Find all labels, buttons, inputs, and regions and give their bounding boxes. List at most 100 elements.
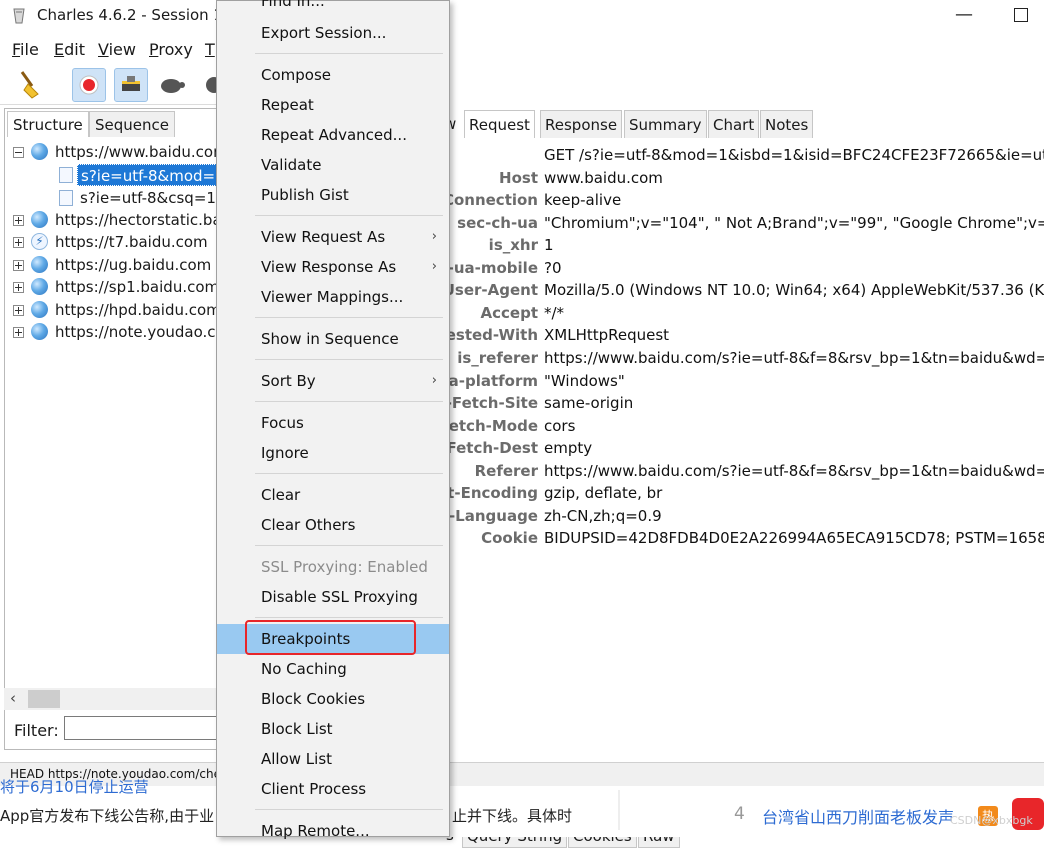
turtle-icon[interactable] [156,68,188,100]
tab-summary[interactable]: Summary [624,110,707,138]
request-header-row[interactable]: -Fetch-Dest empty [440,437,1044,459]
menu-item-client-process[interactable]: Client Process [217,774,449,804]
menu-item-no-caching[interactable]: No Caching [217,654,449,684]
menu-proxy[interactable]: Proxy [149,40,193,59]
menu-edit[interactable]: Edit [54,40,85,59]
background-news-line: 止并下线。具体时 [452,807,573,825]
request-header-row[interactable]: c-Fetch-Site same-origin [437,392,1044,414]
menu-item-label: View Response As [261,258,397,276]
menu-item-export-session[interactable]: Export Session... [217,18,449,48]
header-name: Referer [474,461,538,480]
menu-item-allow-list[interactable]: Allow List [217,744,449,774]
background-browser-page: 将于6月10日停止运营 App官方发布下线公告称,由于业 止并下线。具体时 4 … [0,778,1044,837]
structure-pane: Structure Sequence https://www.baidu.com… [4,108,282,750]
tree-row[interactable]: https://hpd.baidu.com [5,299,221,321]
menu-item-ignore[interactable]: Ignore [217,438,449,468]
tab-response[interactable]: Response [540,110,623,138]
tab-structure[interactable]: Structure [7,111,89,137]
menu-item-sort-by[interactable]: Sort By › [217,366,449,396]
menu-item-clear[interactable]: Clear [217,480,449,510]
request-header-row[interactable]: Host www.baidu.com [450,167,1044,189]
tree-row[interactable]: s?ie=utf-8&csq=1& [5,187,228,209]
request-header-row[interactable]: ua-platform "Windows" [438,370,1044,392]
expand-icon[interactable] [13,260,24,271]
menu-item-disable-ssl-proxying[interactable]: Disable SSL Proxying [217,582,449,612]
tab-sequence[interactable]: Sequence [89,111,175,137]
header-value: cors [544,416,576,435]
globe-icon [31,143,48,160]
tree-row[interactable]: s?ie=utf-8&mod=1 [5,164,225,186]
scroll-left-icon[interactable]: ‹ [10,689,16,707]
menu-item-repeat-advanced[interactable]: Repeat Advanced... [217,120,449,150]
tab-request[interactable]: Request [464,110,535,138]
expand-icon[interactable] [13,237,24,248]
menu-file[interactable]: File [12,40,39,59]
request-header-row[interactable]: Accept */* [450,302,1044,324]
menu-item-block-cookies[interactable]: Block Cookies [217,684,449,714]
tree-row[interactable]: https://hectorstatic.baidu.com [5,209,282,231]
request-header-row[interactable]: is_referer https://www.baidu.com/s?ie=utf… [450,347,1044,369]
tab-chart[interactable]: Chart [708,110,760,138]
expand-icon[interactable] [13,327,24,338]
menu-item-compose[interactable]: Compose [217,60,449,90]
header-name: Cookie [481,529,538,548]
request-header-row[interactable]: Fetch-Mode cors [439,415,1044,437]
tree-row[interactable]: ⚡ https://t7.baidu.com [5,231,217,253]
menu-item-show-in-sequence[interactable]: Show in Sequence [217,324,449,354]
collapse-icon[interactable] [13,147,24,158]
tab-notes[interactable]: Notes [760,110,814,138]
request-header-row[interactable]: Cookie BIDUPSID=42D8FDB4D0E2A226994A65ECA… [450,527,1044,549]
charles-app-icon [13,8,25,24]
horizontal-scrollbar[interactable]: ‹ [4,688,220,710]
menu-item-focus[interactable]: Focus [217,408,449,438]
maximize-button[interactable] [1014,8,1028,22]
menu-item-find-in[interactable]: Find In... [217,0,449,16]
minimize-button[interactable]: — [955,4,973,25]
menu-view[interactable]: View [98,40,136,59]
header-value: gzip, deflate, br [544,484,663,503]
request-header-row[interactable]: Referer https://www.baidu.com/s?ie=utf-8&… [450,460,1044,482]
request-header-row[interactable]: -ua-mobile ?0 [448,257,1044,279]
throttle-icon[interactable] [114,68,148,102]
menu-item-repeat[interactable]: Repeat [217,90,449,120]
menu-separator [255,545,443,546]
expand-icon[interactable] [13,305,24,316]
menu-item-label: Focus [261,414,304,432]
request-header-row[interactable]: uested-With XMLHttpRequest [435,324,1044,346]
header-value: "Windows" [544,371,625,390]
tree-row[interactable]: https://sp1.baidu.com [5,276,219,298]
request-header-row[interactable]: User-Agent Mozilla/5.0 (Windows NT 10.0; … [443,279,1044,301]
tree-row[interactable]: https://ug.baidu.com [5,254,217,276]
scrollbar-thumb[interactable] [28,690,60,708]
request-header-row[interactable]: GET /s?ie=utf-8&mod=1&isbd=1&isid=BFC24C… [450,144,1044,166]
expand-icon[interactable] [13,282,24,293]
menu-item-publish-gist[interactable]: Publish Gist [217,180,449,210]
selected-request-label: s?ie=utf-8&mod=1 [77,164,225,186]
tree-row[interactable]: https://note.youdao.com [5,321,239,343]
header-value: BIDUPSID=42D8FDB4D0E2A226994A65ECA915CD7… [544,529,1044,548]
request-header-row[interactable]: t-Language zh-CN,zh;q=0.9 [442,505,1044,527]
window-title: Charles 4.6.2 - Session 1 [37,6,223,24]
header-name: c-Fetch-Site [436,394,538,413]
watermark: CSDN@xbxbgk [950,814,1033,827]
menu-item-clear-others[interactable]: Clear Others [217,510,449,540]
request-header-row[interactable]: sec-ch-ua "Chromium";v="104", " Not A;Bra… [450,212,1044,234]
menu-item-view-response-as[interactable]: View Response As › [217,252,449,282]
globe-icon [31,278,48,295]
expand-icon[interactable] [13,215,24,226]
menu-separator [255,359,443,360]
menu-item-view-request-as[interactable]: View Request As › [217,222,449,252]
tree-row[interactable]: https://www.baidu.com [5,141,228,163]
request-header-row[interactable]: Connection keep-alive [443,189,1044,211]
filter-input[interactable] [64,716,224,740]
menu-tools[interactable]: T [205,40,215,59]
menu-item-label: Ignore [261,444,309,462]
request-header-row[interactable]: pt-Encoding gzip, deflate, br [436,482,1044,504]
menu-item-viewer-mappings[interactable]: Viewer Mappings... [217,282,449,312]
menu-item-block-list[interactable]: Block List [217,714,449,744]
record-icon[interactable] [72,68,106,102]
menu-item-validate[interactable]: Validate [217,150,449,180]
menu-item-map-remote[interactable]: Map Remote... [217,816,449,846]
broom-icon[interactable] [14,68,46,100]
request-header-row[interactable]: is_xhr 1 [450,234,1044,256]
